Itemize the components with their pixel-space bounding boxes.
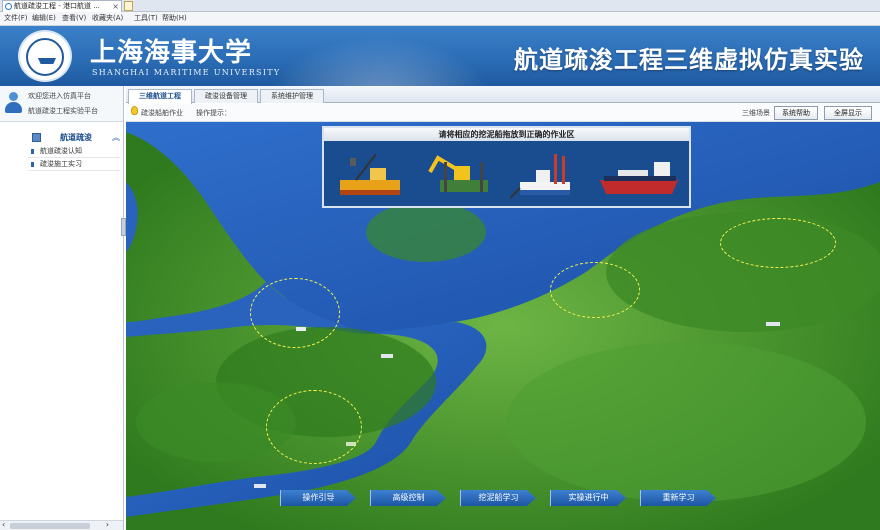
- browser-tab-title: 航道疏浚工程 - 港口航道 ...: [14, 2, 100, 10]
- header-banner: 上海海事大学 SHANGHAI MARITIME UNIVERSITY 航道疏浚…: [0, 26, 880, 86]
- menu-help[interactable]: 帮助(H): [162, 12, 187, 25]
- work-zone-3[interactable]: [720, 218, 836, 268]
- university-logo: [18, 30, 72, 82]
- lightbulb-icon: [131, 106, 138, 115]
- user-line-1: 欢迎您进入仿真平台: [28, 92, 91, 100]
- hint-label: 疏浚船舶作业: [141, 109, 183, 117]
- advanced-control-button[interactable]: 高级控制: [370, 490, 446, 506]
- scroll-right-icon[interactable]: ›: [106, 520, 109, 529]
- book-icon: [32, 133, 41, 142]
- scroll-left-icon[interactable]: ‹: [2, 520, 5, 529]
- menu-bar: 文件(F) 编辑(E) 查看(V) 收藏夹(A) 工具(T) 帮助(H): [0, 12, 880, 26]
- university-name-cn: 上海海事大学: [90, 38, 253, 68]
- sidebar: 欢迎您进入仿真平台 航道疏浚工程实验平台 航道疏浚 ︽ 航道疏浚认知 疏浚施工实…: [0, 86, 124, 530]
- scene-label: 三维场景: [742, 109, 770, 117]
- tab-equipment[interactable]: 疏浚设备管理: [194, 89, 258, 103]
- new-tab-icon[interactable]: [124, 1, 133, 11]
- user-info: 欢迎您进入仿真平台 航道疏浚工程实验平台: [0, 86, 123, 122]
- menu-favorites[interactable]: 收藏夹(A): [92, 12, 123, 25]
- tab-3d-channel[interactable]: 三维航道工程: [128, 89, 192, 104]
- collapse-icon[interactable]: ︽: [112, 132, 120, 143]
- university-name-en: SHANGHAI MARITIME UNIVERSITY: [92, 68, 281, 77]
- browser-tab[interactable]: 航道疏浚工程 - 港口航道 ... ×: [2, 0, 122, 12]
- dredger-selection-panel: 请将相应的挖泥船拖放到正确的作业区: [322, 126, 691, 208]
- scrollbar-thumb[interactable]: [10, 523, 90, 529]
- browser-icon: [5, 3, 12, 10]
- sidebar-scrollbar[interactable]: ‹ ›: [0, 520, 123, 530]
- dredger-learning-button[interactable]: 挖泥船学习: [460, 490, 536, 506]
- work-zone-2[interactable]: [550, 262, 640, 318]
- guide-button[interactable]: 操作引导: [280, 490, 356, 506]
- hint-status: 操作提示：: [196, 109, 231, 117]
- help-button[interactable]: 系统帮助: [774, 106, 818, 120]
- close-tab-icon[interactable]: ×: [112, 1, 119, 12]
- user-line-2: 航道疏浚工程实验平台: [28, 107, 98, 115]
- sidebar-item-dredging-practice[interactable]: 疏浚施工实习: [28, 159, 120, 171]
- content-tabs: 三维航道工程 疏浚设备管理 系统维护管理: [126, 86, 880, 104]
- avatar: [4, 92, 22, 114]
- backhoe-dredger-icon[interactable]: [422, 148, 492, 204]
- 3d-scene[interactable]: 请将相应的挖泥船拖放到正确的作业区 操作引导 高级控制 挖泥船学习 实操进行中 …: [126, 122, 880, 530]
- cutter-suction-dredger-icon[interactable]: [510, 148, 580, 204]
- sidebar-course-label: 航道疏浚: [60, 133, 92, 142]
- sidebar-course-header[interactable]: 航道疏浚 ︽: [28, 132, 120, 144]
- practice-in-progress-button[interactable]: 实操进行中: [550, 490, 626, 506]
- trailing-suction-hopper-dredger-icon[interactable]: [598, 148, 682, 204]
- menu-tools[interactable]: 工具(T): [134, 12, 158, 25]
- app-title: 航道疏浚工程三维虚拟仿真实验: [514, 46, 864, 74]
- prompt-title: 请将相应的挖泥船拖放到正确的作业区: [324, 128, 689, 141]
- menu-file[interactable]: 文件(F): [4, 12, 28, 25]
- app-window: 航道疏浚工程 - 港口航道 ... × 文件(F) 编辑(E) 查看(V) 收藏…: [0, 0, 880, 530]
- main-content: 三维航道工程 疏浚设备管理 系统维护管理 疏浚船舶作业 操作提示： 三维场景 系…: [126, 86, 880, 530]
- work-zone-1[interactable]: [250, 278, 340, 348]
- browser-tab-bar: 航道疏浚工程 - 港口航道 ... ×: [0, 0, 880, 12]
- tab-maintenance[interactable]: 系统维护管理: [260, 89, 324, 103]
- menu-view[interactable]: 查看(V): [62, 12, 86, 25]
- content-toolbar: 疏浚船舶作业 操作提示： 三维场景 系统帮助 全屏显示: [126, 104, 880, 122]
- sidebar-item-label: 航道疏浚认知: [40, 147, 82, 155]
- grab-dredger-icon[interactable]: [336, 148, 406, 204]
- relearn-button[interactable]: 重新学习: [640, 490, 716, 506]
- work-zone-4[interactable]: [266, 390, 362, 464]
- fullscreen-button[interactable]: 全屏显示: [824, 106, 872, 120]
- menu-edit[interactable]: 编辑(E): [32, 12, 56, 25]
- sidebar-item-label: 疏浚施工实习: [40, 160, 82, 168]
- sidebar-item-dredging-awareness[interactable]: 航道疏浚认知: [28, 146, 120, 158]
